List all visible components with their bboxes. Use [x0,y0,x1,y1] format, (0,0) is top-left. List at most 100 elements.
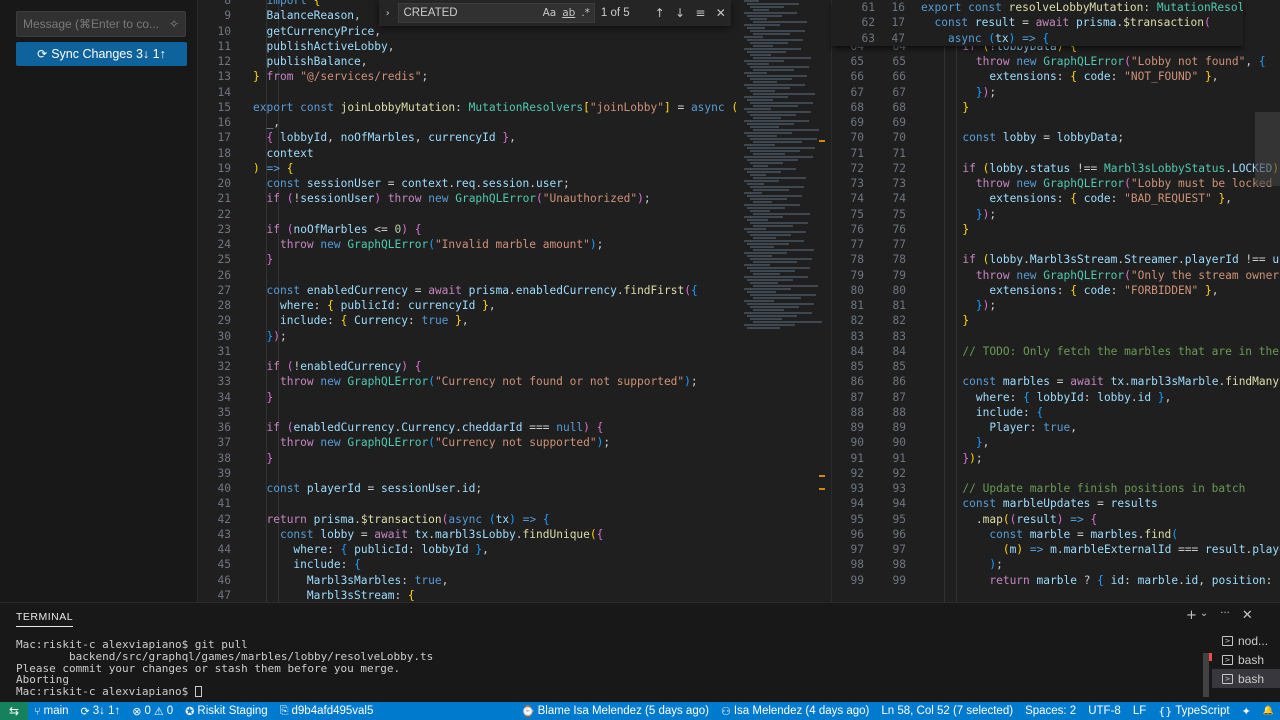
copilot-indicator[interactable]: ✦ [1236,705,1257,718]
regex-icon[interactable]: .* [581,7,590,19]
terminal-tab[interactable]: TERMINAL [16,611,74,627]
code-line[interactable]: 69 69 [832,115,1280,130]
sticky-scroll-header[interactable]: 61 16 export const resolveLobbyMutation: M… [832,0,1243,46]
code-line[interactable]: 80 80 extensions: { code: "FORBIDDEN" }, [832,283,1280,298]
code-line[interactable]: 96 96 const marble = marbles.find( [832,527,1280,542]
commit-message-field[interactable]: ✧ [16,11,186,37]
code-line[interactable]: 97 97 (m) => m.marbleExternalId === resul… [832,542,1280,557]
terminal-session-bash[interactable]: > bash [1212,650,1280,669]
match-case-icon[interactable]: Aa [543,7,557,19]
close-find-icon[interactable]: ✕ [711,6,731,20]
code-line[interactable]: 25 } [199,252,829,267]
chevron-down-icon[interactable]: ⌄ [1200,608,1208,623]
code-line[interactable]: 27 const enabledCurrency = await prisma.… [199,283,829,298]
code-line[interactable]: 39 [199,466,829,481]
find-field[interactable]: Aa ab .* [398,3,595,23]
code-line[interactable]: 12 publishBalance, [199,54,829,69]
code-line[interactable]: 43 const lobby = await tx.marbl3sLobby.f… [199,527,829,542]
author-indicator[interactable]: ⚇ Isa Melendez (4 days ago) [715,705,875,718]
code-line[interactable]: 86 86 const marbles = await tx.marbl3sMar… [832,374,1280,389]
code-line[interactable]: 81 81 }); [832,298,1280,313]
code-line[interactable]: 34 } [199,390,829,405]
eol-indicator[interactable]: LF [1127,705,1152,717]
code-line[interactable]: 83 83 [832,329,1280,344]
terminal-output[interactable]: Mac:riskit-c alexviapiano$ git pull back… [16,639,433,698]
previous-match-icon[interactable]: ↑ [649,6,669,20]
code-line[interactable]: 70 70 const lobby = lobbyData; [832,130,1280,145]
sticky-line[interactable]: 61 16 export const resolveLobbyMutation: M… [832,0,1243,15]
encoding-indicator[interactable]: UTF-8 [1082,705,1127,717]
code-line[interactable]: 11 publishActiveLobby, [199,39,829,54]
code-line[interactable]: 22 [199,207,829,222]
blame-indicator[interactable]: ⌚ Blame Isa Melendez (5 days ago) [515,705,715,718]
code-line[interactable]: 29 include: { Currency: true }, [199,313,829,328]
sticky-line[interactable]: 62 17 const result = await prisma.$transa… [832,15,1243,30]
code-line[interactable]: 28 where: { publicId: currencyId }, [199,298,829,313]
code-line[interactable]: 88 88 include: { [832,405,1280,420]
editor-join-lobby[interactable]: 8 import {9 BalanceReason, 10 getCurrency… [199,0,829,602]
code-line[interactable]: 35 [199,405,829,420]
close-panel-icon[interactable]: ✕ [1242,608,1253,623]
environment-indicator[interactable]: ✪ Riskit Staging [179,705,274,718]
code-line[interactable]: 68 68 } [832,100,1280,115]
indentation-indicator[interactable]: Spaces: 2 [1019,705,1082,717]
editor-scrollbar[interactable] [1255,112,1280,186]
cursor-position[interactable]: Ln 58, Col 52 (7 selected) [875,705,1019,717]
branch-indicator[interactable]: ⑂ main [28,705,75,718]
code-line[interactable]: 72 72 if (lobby.status !== Marbl3sLobbySt… [832,161,1280,176]
problems-indicator[interactable]: ⊗ 0 ⚠ 0 [126,705,179,718]
sparkle-icon[interactable]: ✧ [169,17,179,31]
code-line[interactable]: 21 if (!sessionUser) throw new GraphQLEr… [199,191,829,206]
whole-word-icon[interactable]: ab [562,7,575,19]
code-line[interactable]: 36 if (enabledCurrency.Currency.cheddarI… [199,420,829,435]
code-line[interactable]: 17 { lobbyId, noOfMarbles, currencyId }, [199,130,829,145]
code-line[interactable]: 18 context [199,146,829,161]
code-line[interactable]: 95 95 .map((result) => { [832,512,1280,527]
terminal-session-bash-active[interactable]: > bash [1212,669,1280,688]
code-area[interactable]: 8 import {9 BalanceReason, 10 getCurrency… [199,0,829,602]
editor-resolve-lobby[interactable]: 6162636464 if (!lobbyData) {6565 throw n… [831,0,1280,602]
code-line[interactable]: 41 [199,496,829,511]
code-line[interactable]: 98 98 ); [832,557,1280,572]
code-line[interactable]: 93 93 // Update marble finish positions i… [832,481,1280,496]
code-line[interactable]: 65 65 throw new GraphQLError("Lobby not f… [832,54,1280,69]
remote-indicator[interactable]: ⇆ [0,702,28,720]
code-line[interactable]: 38 } [199,451,829,466]
code-line[interactable]: 19) => { [199,161,829,176]
code-line[interactable]: 77 77 [832,237,1280,252]
code-line[interactable]: 47 Marbl3sStream: { [199,588,829,602]
code-line[interactable]: 45 include: { [199,557,829,572]
code-line[interactable]: 16 _, [199,115,829,130]
find-input[interactable] [403,7,537,19]
code-line[interactable]: 26 [199,268,829,283]
code-line[interactable]: 20 const sessionUser = context.req.sessi… [199,176,829,191]
code-line[interactable]: 33 throw new GraphQLError("Currency not … [199,374,829,389]
next-match-icon[interactable]: ↓ [670,6,690,20]
code-line[interactable]: 46 Marbl3sMarbles: true, [199,573,829,588]
code-line[interactable]: 42 return prisma.$transaction(async (tx)… [199,512,829,527]
code-line[interactable]: 37 throw new GraphQLError("Currency not … [199,435,829,450]
code-line[interactable]: 78 78 if (lobby.Marbl3sStream.Streamer.pl… [832,252,1280,267]
minimap[interactable] [744,0,824,350]
code-line[interactable]: 31 [199,344,829,359]
commit-indicator[interactable]: ⎘ d9b4afd495val5 [274,704,380,718]
code-line[interactable]: 40 const playerId = sessionUser.id; [199,481,829,496]
code-line[interactable]: 92 92 [832,466,1280,481]
code-line[interactable]: 73 73 throw new GraphQLError("Lobby must … [832,176,1280,191]
code-line[interactable]: 89 89 Player: true, [832,420,1280,435]
code-line[interactable]: 23 if (noOfMarbles <= 0) { [199,222,829,237]
code-line[interactable]: 14 [199,85,829,100]
more-actions-icon[interactable]: ··· [1220,608,1230,623]
sticky-line[interactable]: 63 47 async (tx) => { [832,31,1243,46]
code-line[interactable]: 82 82 } [832,313,1280,328]
code-line[interactable]: 15 export const joinLobbyMutation: Mutati… [199,100,829,115]
find-in-selection-icon[interactable]: ≡ [690,6,710,20]
terminal-scrollbar[interactable] [1203,653,1209,697]
code-line[interactable]: 44 where: { publicId: lobbyId }, [199,542,829,557]
code-line[interactable]: 75 75 }); [832,207,1280,222]
toggle-replace-icon[interactable]: › [379,8,396,19]
commit-message-input[interactable] [23,17,163,31]
code-line[interactable]: 99 99 return marble ? { id: marble.id, po… [832,573,1280,588]
code-line[interactable]: 84 84 // TODO: Only fetch the marbles tha… [832,344,1280,359]
code-line[interactable]: 67 67 }); [832,85,1280,100]
